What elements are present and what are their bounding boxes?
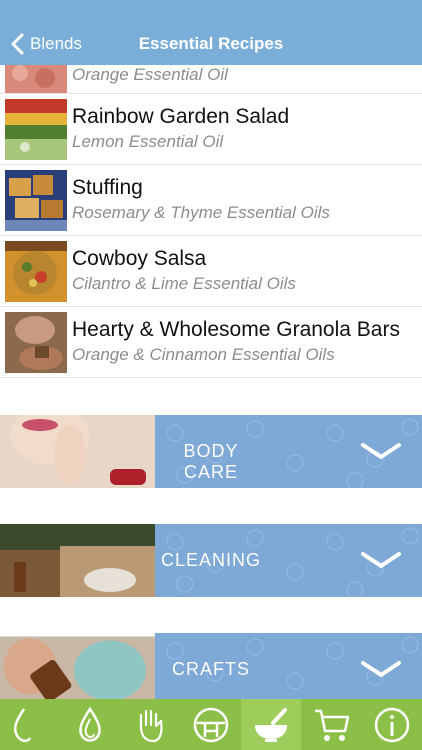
recipe-title: Stuffing xyxy=(72,176,143,199)
recipe-title: Hearty & Wholesome Granola Bars xyxy=(72,318,400,341)
category-photo xyxy=(0,633,155,706)
category-body-care[interactable]: BODY CARE xyxy=(0,415,422,488)
category-band: BODY CARE xyxy=(155,415,422,488)
compass-icon xyxy=(193,707,229,742)
category-label: CRAFTS xyxy=(172,659,250,679)
recipe-subtitle: Orange & Cinnamon Essential Oils xyxy=(72,345,335,364)
tab-oils[interactable] xyxy=(60,699,120,750)
recipe-title: Cowboy Salsa xyxy=(72,247,207,270)
chevron-down-icon xyxy=(361,661,401,677)
tab-drop[interactable] xyxy=(0,699,60,750)
recipe-thumbnail xyxy=(5,170,67,231)
recipe-row[interactable]: Orange Essential Oil xyxy=(0,65,422,94)
tab-recipes[interactable] xyxy=(241,699,302,750)
recipe-subtitle: Rosemary & Thyme Essential Oils xyxy=(72,203,330,222)
category-band: CLEANING xyxy=(155,524,422,597)
cart-icon xyxy=(314,709,349,741)
recipe-row[interactable]: Rainbow Garden Salad Lemon Essential Oil xyxy=(0,94,422,165)
recipe-subtitle: Orange Essential Oil xyxy=(72,65,228,84)
drop-icon xyxy=(14,707,32,742)
recipe-thumbnail xyxy=(5,241,67,302)
tab-touch[interactable] xyxy=(121,699,181,750)
category-label: BODY CARE xyxy=(183,441,239,482)
recipe-list: Orange Essential Oil Rainbow Garden Sala… xyxy=(0,65,422,378)
mortar-pestle-icon xyxy=(255,707,288,742)
recipe-subtitle: Lemon Essential Oil xyxy=(72,132,224,151)
recipe-subtitle: Cilantro & Lime Essential Oils xyxy=(72,274,296,293)
recipe-title: Rainbow Garden Salad xyxy=(72,105,290,128)
tab-info[interactable] xyxy=(362,699,422,750)
category-label: CLEANING xyxy=(160,550,262,570)
tab-wellness[interactable] xyxy=(181,699,241,750)
recipe-row[interactable]: Hearty & Wholesome Granola Bars Orange &… xyxy=(0,307,422,378)
recipe-row[interactable]: Cowboy Salsa Cilantro & Lime Essential O… xyxy=(0,236,422,307)
hand-icon xyxy=(139,709,163,742)
navigation-bar: Blends Essential Recipes xyxy=(0,0,422,65)
category-photo xyxy=(0,524,155,597)
recipe-thumbnail xyxy=(5,312,67,373)
page-title: Essential Recipes xyxy=(138,34,284,53)
recipe-thumbnail xyxy=(5,99,67,160)
tab-bar xyxy=(0,699,422,750)
category-cleaning[interactable]: CLEANING xyxy=(0,524,422,597)
tab-shop[interactable] xyxy=(301,699,361,750)
category-photo xyxy=(0,415,155,488)
chevron-down-icon xyxy=(361,443,401,459)
category-band: CRAFTS xyxy=(155,633,422,706)
recipe-thumbnail xyxy=(5,65,67,93)
category-crafts[interactable]: CRAFTS xyxy=(0,633,422,706)
chevron-down-icon xyxy=(361,552,401,568)
double-drop-icon xyxy=(79,706,102,742)
info-icon xyxy=(374,707,410,742)
recipe-row[interactable]: Stuffing Rosemary & Thyme Essential Oils xyxy=(0,165,422,236)
